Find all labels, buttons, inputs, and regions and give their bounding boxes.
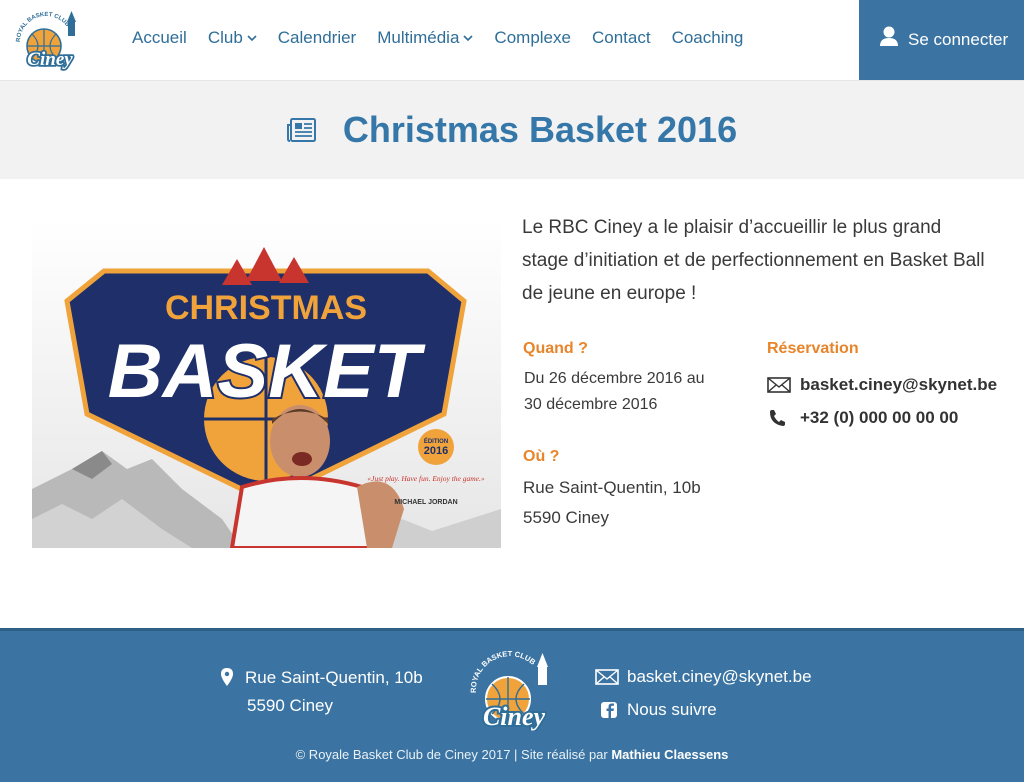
title-wrap: Christmas Basket 2016 (0, 81, 1024, 179)
menu-item-accueil[interactable]: Accueil (132, 28, 187, 48)
where-label: Où ? (523, 448, 560, 465)
menu-item-multimedia[interactable]: Multimédia (377, 28, 473, 48)
main-menu: Accueil Club Calendrier Multimédia Compl… (132, 28, 764, 48)
footer-follow-link[interactable]: Nous suivre (595, 700, 717, 720)
poster-badge-year: 2016 (424, 445, 448, 457)
page-title: Christmas Basket 2016 (342, 109, 738, 150)
menu-item-label: Coaching (671, 28, 744, 47)
reservation-email: basket.ciney@skynet.be (800, 375, 998, 394)
copyright: © Royale Basket Club de Ciney 2017 | Sit… (0, 747, 1024, 762)
menu-item-label: Accueil (132, 28, 187, 47)
poster-graphic: CHRISTMAS BASKET ÉDITION 2016 «Just play… (32, 219, 501, 548)
user-icon (880, 26, 898, 46)
author-link[interactable]: Mathieu Claessens (611, 747, 728, 762)
reservation-label: Réservation (767, 340, 859, 357)
menu-item-label: Complexe (494, 28, 571, 47)
footer-club-logo[interactable]: ROYAL BASKET CLUB Ciney (458, 649, 566, 731)
where-line1: Rue Saint-Quentin, 10b (523, 478, 701, 497)
footer-email: basket.ciney@skynet.be (627, 667, 812, 686)
phone-icon (770, 410, 785, 426)
menu-item-club[interactable]: Club (208, 28, 257, 48)
footer-follow: Nous suivre (627, 700, 717, 719)
menu-item-complexe[interactable]: Complexe (494, 28, 571, 48)
facebook-icon (601, 702, 617, 718)
chevron-down-icon (247, 35, 257, 42)
poster-line1: CHRISTMAS (165, 289, 367, 327)
login-button[interactable]: Se connecter (859, 0, 1024, 80)
footer-address-line1: Rue Saint-Quentin, 10b (245, 668, 423, 687)
menu-item-label: Multimédia (377, 28, 460, 47)
where-line2: 5590 Ciney (523, 508, 610, 527)
poster-badge-top: ÉDITION (424, 437, 448, 445)
map-pin-icon (221, 668, 233, 686)
reservation-phone: +32 (0) 000 00 00 00 (800, 408, 959, 427)
menu-item-calendrier[interactable]: Calendrier (278, 28, 356, 48)
envelope-icon (767, 377, 791, 393)
footer-address-line2: 5590 Ciney (247, 696, 334, 715)
when-label: Quand ? (523, 340, 588, 357)
chevron-down-icon (463, 35, 473, 42)
event-intro: Le RBC Ciney a le plaisir d’accueillir l… (522, 217, 985, 304)
site-footer: Rue Saint-Quentin, 10b 5590 Ciney ROYAL … (0, 628, 1024, 782)
top-navigation: ROYAL BASKET CLUB Ciney Accueil Club Cal… (0, 0, 1024, 81)
menu-item-label: Club (207, 28, 243, 47)
login-label: Se connecter (908, 30, 1009, 49)
reservation-email-link[interactable]: basket.ciney@skynet.be (767, 375, 997, 395)
copyright-text: © Royale Basket Club de Ciney 2017 | Sit… (295, 747, 612, 762)
reservation-phone-link[interactable]: +32 (0) 000 00 00 00 (767, 408, 958, 428)
newspaper-icon (286, 118, 316, 142)
envelope-icon (595, 669, 619, 685)
poster-quote: «Just play. Have fun. Enjoy the game.» (367, 474, 485, 483)
menu-item-contact[interactable]: Contact (592, 28, 651, 48)
svg-text:Ciney: Ciney (27, 49, 73, 70)
poster-quote-author: MICHAEL JORDAN (394, 499, 457, 506)
title-band: Christmas Basket 2016 (0, 81, 1024, 179)
poster-line2: BASKET (108, 329, 426, 414)
svg-text:Ciney: Ciney (483, 702, 546, 731)
menu-item-label: Calendrier (277, 28, 357, 47)
event-poster: CHRISTMAS BASKET ÉDITION 2016 «Just play… (32, 219, 501, 548)
footer-email-link[interactable]: basket.ciney@skynet.be (595, 667, 812, 687)
when-text: Du 26 décembre 2016 au 30 décembre 2016 (524, 370, 705, 413)
menu-item-coaching[interactable]: Coaching (672, 28, 744, 48)
menu-item-label: Contact (591, 28, 651, 47)
club-logo[interactable]: ROYAL BASKET CLUB Ciney (8, 8, 88, 72)
